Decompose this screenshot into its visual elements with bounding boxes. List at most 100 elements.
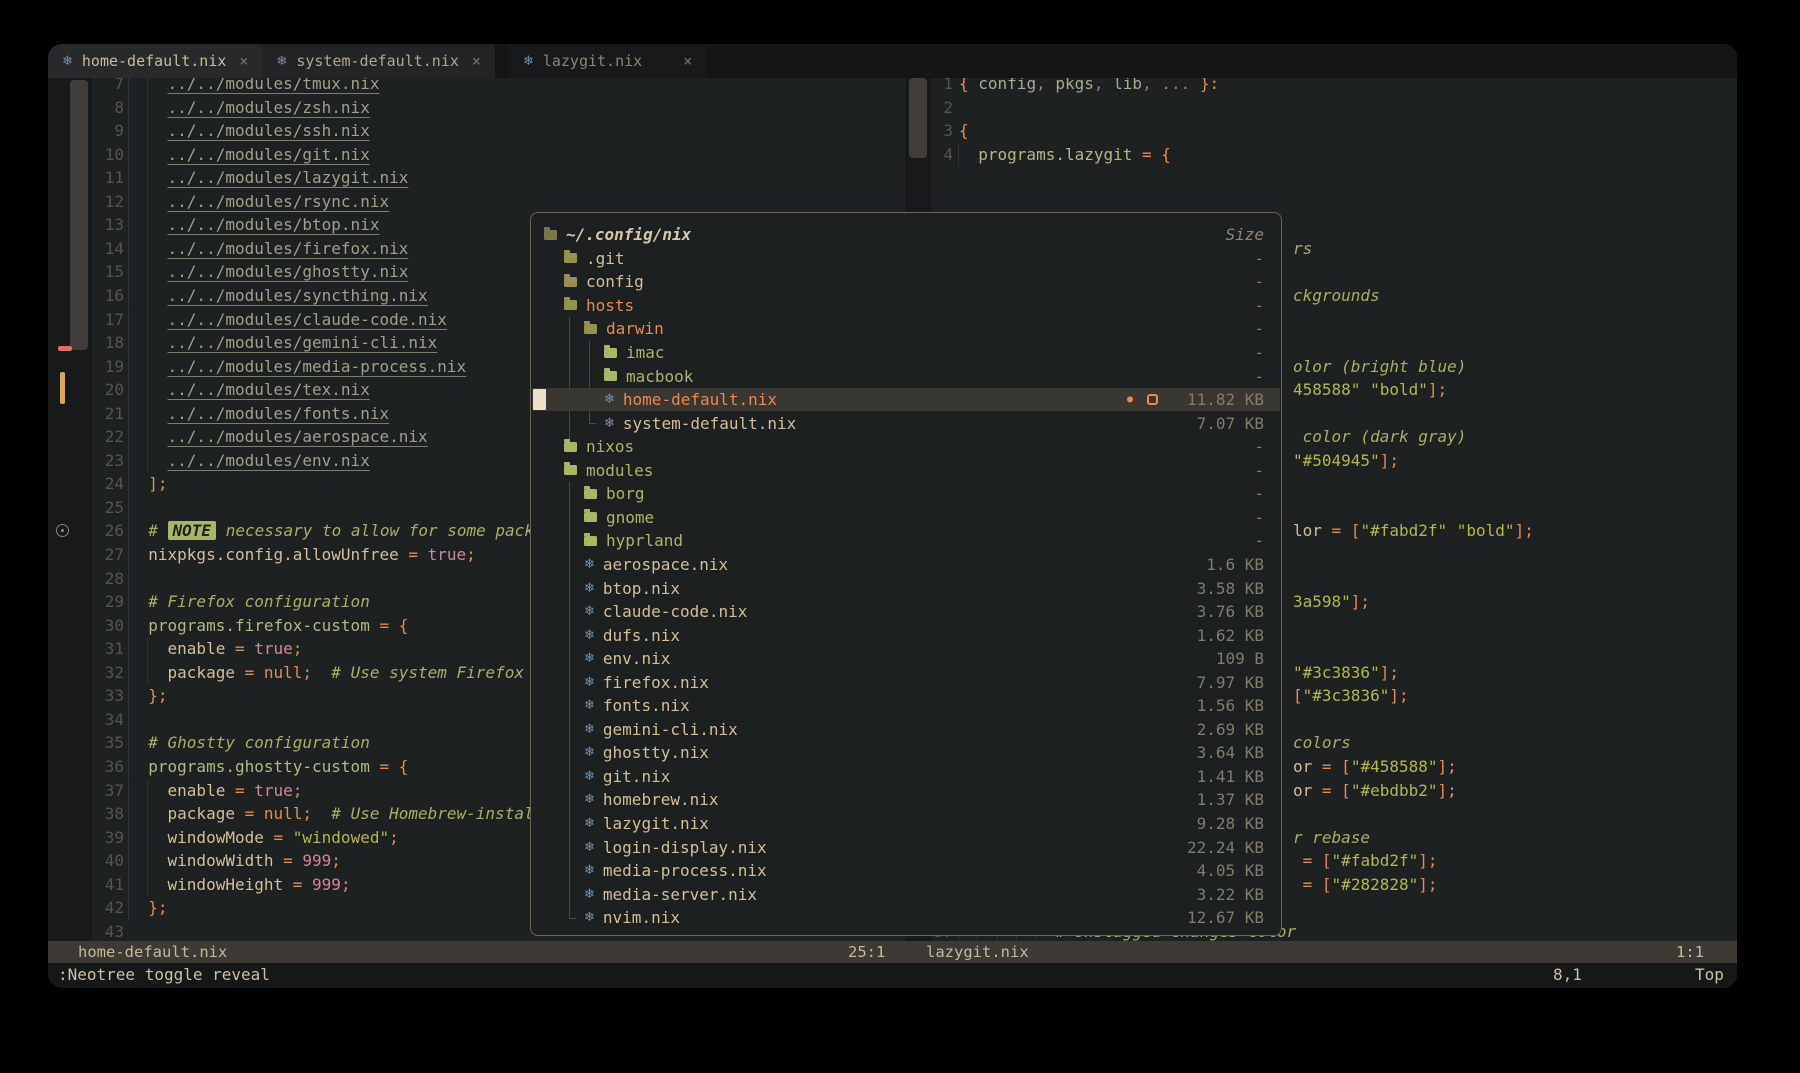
tree-row-imac[interactable]: imac- [532,341,1280,365]
code-segment: "#fabd2f" [1332,851,1419,870]
code-line[interactable]: windowHeight = 999; [129,873,351,897]
code-segment: = { [379,616,408,635]
code-line[interactable]: ../../modules/fonts.nix [129,402,389,426]
code-line[interactable]: ../../modules/media-process.nix [129,355,466,379]
tree-row-homebrew.nix[interactable]: ❄homebrew.nix1.37 KB [532,788,1280,812]
tree-row-home-default.nix[interactable]: ❄home-default.nix●11.82 KB [532,388,1280,412]
tree-row-fonts.nix[interactable]: ❄fonts.nix1.56 KB [532,694,1280,718]
close-icon[interactable]: × [239,52,248,70]
code-line[interactable]: ../../modules/aerospace.nix [129,425,428,449]
code-line[interactable]: ../../modules/tmux.nix [129,78,379,96]
code-segment: ../../modules/media-process.nix [168,357,467,376]
code-segment: = [245,663,264,682]
tree-row-lazygit.nix[interactable]: ❄lazygit.nix9.28 KB [532,812,1280,836]
code-line[interactable]: nixpkgs.config.allowUnfree = true; [129,543,476,567]
code-line[interactable]: { [959,119,969,143]
code-line[interactable]: programs.lazygit = { [959,143,1171,167]
tree-row-nixos[interactable]: nixos- [532,435,1280,459]
code-segment [129,521,148,540]
right-scrollbar-thumb[interactable] [909,78,927,158]
code-line[interactable]: ../../modules/ghostty.nix [129,260,408,284]
line-number: 20 [92,378,124,402]
tree-row-btop.nix[interactable]: ❄btop.nix3.58 KB [532,576,1280,600]
tree-row-darwin[interactable]: darwin- [532,317,1280,341]
tree-row-hyprland[interactable]: hyprland- [532,529,1280,553]
code-line[interactable]: enable = true; [129,637,302,661]
code-line[interactable]: windowWidth = 999; [129,849,341,873]
tree-row-macbook[interactable]: macbook- [532,364,1280,388]
code-line[interactable]: ../../modules/zsh.nix [129,96,370,120]
tree-row-media-process.nix[interactable]: ❄media-process.nix4.05 KB [532,859,1280,883]
code-segment: ; [331,851,341,870]
tree-row-ghostty.nix[interactable]: ❄ghostty.nix3.64 KB [532,741,1280,765]
tab-lazygit.nix[interactable]: ❄lazygit.nix× [509,44,706,78]
tree-row-hosts[interactable]: hosts- [532,294,1280,318]
code-segment: null [264,804,303,823]
code-segment: "#3c3836" [1303,686,1390,705]
code-line[interactable]: # Firefox configuration [129,590,370,614]
tree-row-dufs.nix[interactable]: ❄dufs.nix1.62 KB [532,623,1280,647]
tree-row-modules[interactable]: modules- [532,459,1280,483]
tab-system-default.nix[interactable]: ❄system-default.nix× [262,44,495,78]
tree-row-gemini-cli.nix[interactable]: ❄gemini-cli.nix2.69 KB [532,718,1280,742]
left-scrollbar-thumb[interactable] [70,80,88,350]
code-line[interactable]: package = null; # Use system Firefox [129,661,524,685]
tree-row-login-display.nix[interactable]: ❄login-display.nix22.24 KB [532,835,1280,859]
tree-item-name: claude-code.nix [603,602,748,621]
code-line[interactable]: ../../modules/env.nix [129,449,370,473]
code-line[interactable]: ../../modules/git.nix [129,143,370,167]
code-line[interactable]: ../../modules/firefox.nix [129,237,408,261]
nix-file-icon: ❄ [584,604,595,619]
code-line[interactable]: ../../modules/rsync.nix [129,190,389,214]
line-number: 26 [92,519,124,543]
code-line[interactable]: programs.ghostty-custom = { [129,755,408,779]
tree-item-name: macbook [626,367,693,386]
code-line[interactable]: ../../modules/syncthing.nix [129,284,428,308]
code-line[interactable]: ../../modules/tex.nix [129,378,370,402]
code-line[interactable]: }; [129,684,168,708]
code-line[interactable]: # Ghostty configuration [129,731,370,755]
file-size: 7.07 KB [1180,414,1280,433]
tree-row-firefox.nix[interactable]: ❄firefox.nix7.97 KB [532,670,1280,694]
code-line[interactable]: ../../modules/claude-code.nix [129,308,447,332]
code-segment [129,262,168,281]
neotree-root-row[interactable]: ~/.config/nixSize [532,223,1280,247]
line-number: 35 [92,731,124,755]
tree-row-.git[interactable]: .git- [532,247,1280,271]
tree-row-env.nix[interactable]: ❄env.nix109 B [532,647,1280,671]
code-line[interactable]: ../../modules/lazygit.nix [129,166,408,190]
code-segment: null [264,663,303,682]
code-line[interactable]: # NOTE necessary to allow for some packa… [129,519,572,543]
code-segment: ]; [1515,521,1534,540]
code-segment: true [254,781,293,800]
code-segment [129,310,168,329]
tree-row-claude-code.nix[interactable]: ❄claude-code.nix3.76 KB [532,600,1280,624]
tree-item-name: dufs.nix [603,626,680,645]
tree-row-config[interactable]: config- [532,270,1280,294]
tree-row-git.nix[interactable]: ❄git.nix1.41 KB [532,765,1280,789]
nix-file-icon: ❄ [584,628,595,643]
tree-row-system-default.nix[interactable]: ❄system-default.nix7.07 KB [532,411,1280,435]
code-fragment: colors [1293,731,1351,755]
tree-row-nvim.nix[interactable]: ❄nvim.nix12.67 KB [532,906,1280,930]
code-line[interactable]: { config, pkgs, lib, ... }: [959,78,1219,96]
tab-home-default.nix[interactable]: ❄home-default.nix× [48,44,262,78]
code-line[interactable]: ../../modules/ssh.nix [129,119,370,143]
close-icon[interactable]: × [683,52,692,70]
tree-row-gnome[interactable]: gnome- [532,506,1280,530]
close-icon[interactable]: × [472,52,481,70]
line-number: 30 [92,614,124,638]
code-line[interactable]: ../../modules/btop.nix [129,213,379,237]
code-line[interactable]: enable = true; [129,779,302,803]
file-size: 1.6 KB [1180,555,1280,574]
tree-row-media-server.nix[interactable]: ❄media-server.nix3.22 KB [532,882,1280,906]
code-line[interactable]: ]; [129,472,168,496]
command-line[interactable]: :Neotree toggle reveal 8,1 Top [48,963,1737,988]
code-line[interactable]: programs.firefox-custom = { [129,614,408,638]
code-line[interactable]: windowMode = "windowed"; [129,826,399,850]
code-line[interactable]: ../../modules/gemini-cli.nix [129,331,437,355]
code-line[interactable]: }; [129,896,168,920]
code-segment [1190,78,1200,93]
tree-row-borg[interactable]: borg- [532,482,1280,506]
tree-row-aerospace.nix[interactable]: ❄aerospace.nix1.6 KB [532,553,1280,577]
